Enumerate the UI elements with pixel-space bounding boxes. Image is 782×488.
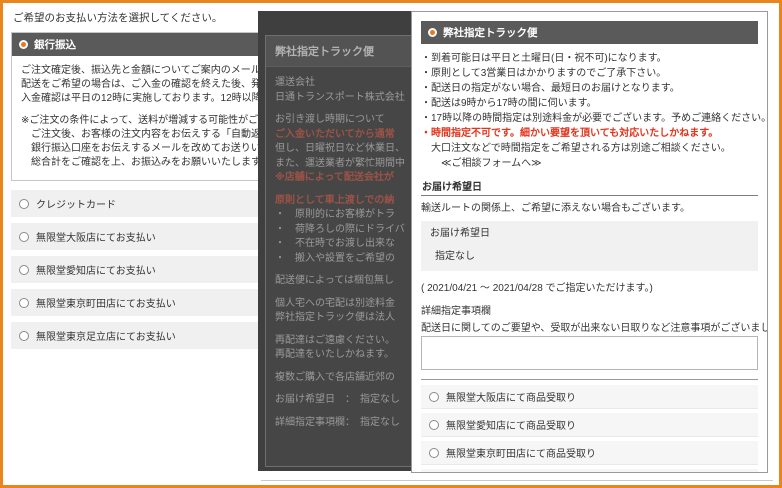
pickup-option-label: 無限堂東京町田店にて商品受取り (446, 445, 596, 460)
pickup-option-label: 無限堂大阪店にて商品受取り (446, 389, 576, 404)
pickup-option-row[interactable]: 無限堂愛知店にて商品受取り (421, 413, 758, 437)
dimmed-text-line: 配送便によっては梱包無し (275, 274, 411, 289)
dimmed-text-line: ・ 不在時でお渡し出来な (275, 237, 411, 252)
dimmed-text-line (275, 289, 411, 297)
dimmed-text-line: ご入金いただいてから通常 (275, 128, 411, 143)
payment-option-label: 無限堂東京足立店にてお支払い (36, 328, 176, 343)
radio-selected-icon (19, 40, 28, 49)
payment-option-label: 無限堂愛知店にてお支払い (36, 262, 156, 277)
dimmed-text-line: お届け希望日 ： 指定なし (275, 393, 411, 408)
details-section-description: 配送日に関してのご要望や、受取が出来ない日取りなど注意事項がございましたら、 (421, 319, 758, 334)
footer-divider (261, 480, 773, 481)
dimmed-text-line: また、運送業者が繁忙期間中 (275, 157, 411, 172)
payment-option-label: クレジットカード (36, 196, 116, 211)
delivery-note-line: ・配送は9時から17時の間に伺います。 (421, 96, 758, 111)
dimmed-text-line (275, 266, 411, 274)
dimmed-text-line: 弊社指定トラック便は法人 (275, 311, 411, 326)
dimmed-text-line: ・ 搬入や設置をご希望の (275, 252, 411, 267)
dimmed-text-line: 複数ご購入で各店舗近郊の (275, 371, 411, 386)
bank-transfer-label: 銀行振込 (34, 37, 76, 52)
checkout-page: ご希望のお支払い方法を選択してください。 銀行振込 ご注文確定後、振込先と金額に… (0, 0, 782, 488)
dimmed-text-line: ※店舗によって配送会社が (275, 171, 411, 186)
dimmed-text-line: 再配達をいたしかねます。 (275, 348, 411, 363)
payment-option-label: 無限堂大阪店にてお支払い (36, 229, 156, 244)
payment-option-label: 無限堂東京町田店にてお支払い (36, 295, 176, 310)
truck-delivery-label: 弊社指定トラック便 (443, 25, 538, 40)
delivery-date-range: ( 2021/04/21 ～ 2021/04/28 でご指定いただけます。) (421, 279, 758, 294)
modal-backdrop: 弊社指定トラック便 運送会社 日通トランスポート株式会社 お引き渡し時期について… (258, 11, 411, 471)
dimmed-text-line (275, 385, 411, 393)
consultation-form-link[interactable]: ≪ご相談フォームへ≫ (421, 156, 758, 171)
delivery-note-line: ・時間指定不可です。細かい要望を頂いても対応いたしかねます。 (421, 126, 758, 141)
radio-unselected-icon (429, 392, 439, 402)
delivery-notes-list: ・到着可能日は平日と土曜日(日・祝不可)になります。 ・原則として3営業日はかか… (421, 51, 758, 156)
delivery-date-section-label: お届け希望日 (421, 178, 758, 196)
delivery-date-field-label: お届け希望日 (430, 227, 749, 241)
pickup-options-list: 無限堂大阪店にて商品受取り 無限堂愛知店にて商品受取り 無限堂東京町田店にて商品… (421, 379, 758, 473)
dimmed-text-line (275, 408, 411, 416)
radio-unselected-icon (19, 232, 29, 242)
delivery-note-line: ・17時以降の時間指定は別途料金が必要でございます。予めご連絡ください。 (421, 111, 758, 126)
pickup-option-row[interactable]: 無限堂東京足立店にて商品受取り (421, 469, 758, 473)
dimmed-panel-body: 運送会社 日通トランスポート株式会社 お引き渡し時期について ご入金いただいてか… (266, 67, 411, 439)
dimmed-text-line (275, 363, 411, 371)
delivery-note-line: ・配送日の指定がない場合、最短日のお届けとなります。 (421, 81, 758, 96)
radio-unselected-icon (19, 331, 29, 341)
dimmed-text-line: 但し、日曜祝日など休業日、 (275, 142, 411, 157)
delivery-date-note: 輸送ルートの関係上、ご希望に添えない場合もございます。 (421, 199, 758, 214)
delivery-date-field-box: お届け希望日 指定なし (421, 221, 758, 271)
dimmed-text-line: 再配達はご遠慮ください。 (275, 334, 411, 349)
dimmed-text-line: 個人宅への宅配は別途料金 (275, 297, 411, 312)
dimmed-text-line: 原則として車上渡しでの納 (275, 194, 411, 209)
delivery-note-line: ・原則として3営業日はかかりますのでご了承下さい。 (421, 66, 758, 81)
dimmed-text-line (275, 186, 411, 194)
radio-unselected-icon (19, 199, 29, 209)
radio-unselected-icon (429, 420, 439, 430)
radio-unselected-icon (19, 298, 29, 308)
dimmed-text-line: ・ 荷降ろしの際にドライバ (275, 223, 411, 238)
dimmed-text-line: お引き渡し時期について (275, 113, 411, 128)
dimmed-text-line (275, 326, 411, 334)
delivery-note-line: 大口注文などで時間指定をご希望される方は別途ご相談ください。 (421, 141, 758, 156)
dimmed-truck-delivery-panel: 弊社指定トラック便 運送会社 日通トランスポート株式会社 お引き渡し時期について… (265, 35, 411, 467)
pickup-option-label: 無限堂愛知店にて商品受取り (446, 417, 576, 432)
delivery-note-line: ・到着可能日は平日と土曜日(日・祝不可)になります。 (421, 51, 758, 66)
delivery-date-select[interactable]: 指定なし (430, 250, 749, 264)
details-textarea[interactable] (421, 336, 758, 370)
dimmed-text-line: 日通トランスポート株式会社 (275, 91, 411, 106)
dimmed-text-line: ・ 原則的にお客様がトラ (275, 208, 411, 223)
pickup-option-row[interactable]: 無限堂大阪店にて商品受取り (421, 385, 758, 409)
truck-delivery-option[interactable]: 弊社指定トラック便 (421, 21, 758, 44)
details-section-label: 詳細指定事項欄 (421, 302, 758, 317)
radio-unselected-icon (429, 448, 439, 458)
dimmed-text-line (275, 105, 411, 113)
dimmed-text-line: 詳細指定事項欄： 指定なし (275, 416, 411, 431)
pickup-option-row[interactable]: 無限堂東京町田店にて商品受取り (421, 441, 758, 465)
dimmed-text-line: 運送会社 (275, 76, 411, 91)
dimmed-panel-title: 弊社指定トラック便 (266, 36, 411, 67)
truck-delivery-modal: 弊社指定トラック便 ・到着可能日は平日と土曜日(日・祝不可)になります。 ・原則… (411, 11, 768, 473)
radio-unselected-icon (19, 265, 29, 275)
radio-selected-icon (428, 28, 437, 37)
